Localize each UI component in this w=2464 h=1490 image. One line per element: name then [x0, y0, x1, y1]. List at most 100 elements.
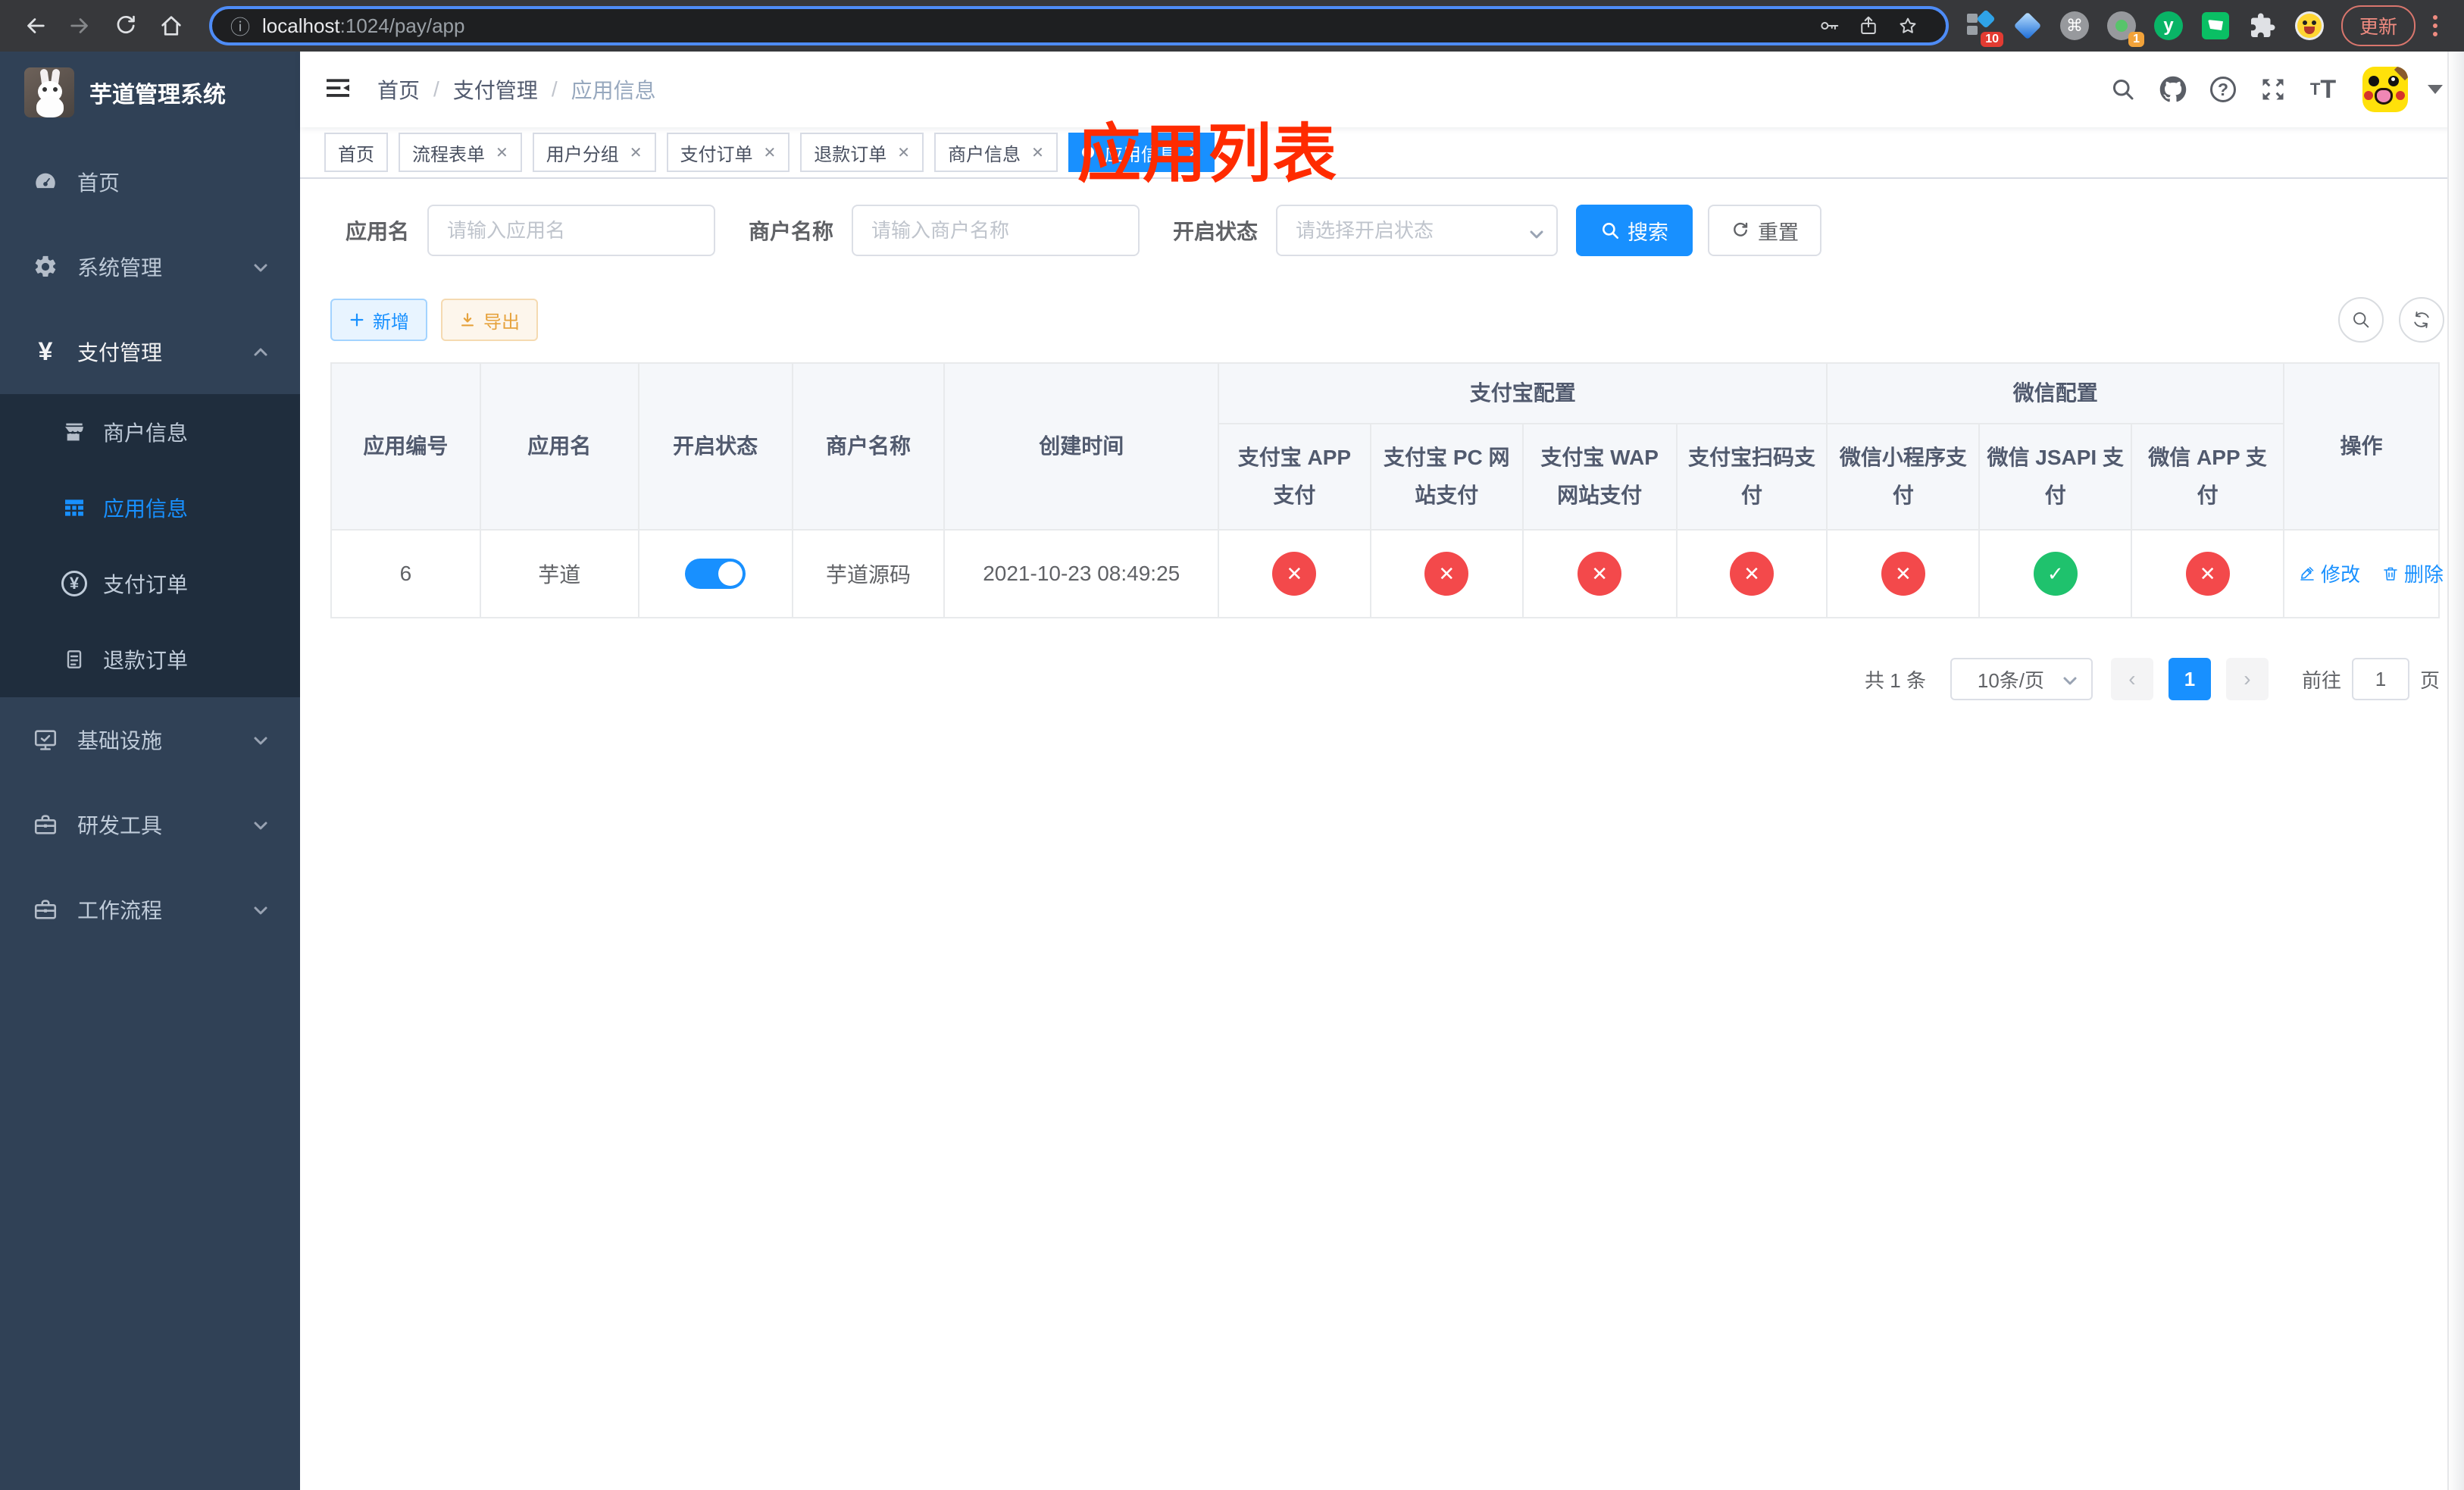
status-wx-app-icon: ✕ — [2185, 552, 2230, 596]
col-header-merchant: 商户名称 — [791, 362, 946, 531]
bookmark-star-icon[interactable] — [1888, 11, 1928, 41]
avatar-caret-down-icon[interactable] — [2428, 85, 2443, 94]
tag-user-group[interactable]: 用户分组 ✕ — [532, 133, 656, 172]
tag-home[interactable]: 首页 — [324, 133, 388, 172]
browser-reload-button[interactable] — [103, 3, 149, 49]
password-key-icon[interactable] — [1809, 11, 1849, 41]
status-label: 开启状态 — [1173, 220, 1259, 243]
close-icon[interactable]: ✕ — [496, 143, 508, 162]
chevron-down-icon — [252, 815, 270, 834]
extension-recorder-icon[interactable]: 1 — [2105, 8, 2144, 47]
share-icon[interactable] — [1849, 11, 1888, 41]
address-bar[interactable]: ⓘ localhost:1024/pay/app — [209, 6, 1949, 45]
browser-menu-icon[interactable] — [2425, 15, 2446, 36]
merchant-name-input[interactable] — [852, 205, 1140, 256]
delete-link[interactable]: 删除 — [2381, 559, 2444, 587]
shop-icon — [58, 420, 91, 444]
col-header-wx-jsapi: 微信 JSAPI 支付 — [1978, 423, 2133, 531]
sidebar-item-workflow[interactable]: 工作流程 — [0, 867, 300, 952]
breadcrumb-parent[interactable]: 支付管理 — [453, 74, 538, 105]
search-button[interactable]: 搜索 — [1576, 205, 1693, 256]
col-header-alipay-qr: 支付宝扫码支付 — [1675, 423, 1828, 531]
breadcrumb-current: 应用信息 — [571, 79, 656, 102]
sidebar-item-payment[interactable]: ¥ 支付管理 — [0, 309, 300, 394]
browser-update-button[interactable]: 更新 — [2341, 5, 2416, 46]
current-page[interactable]: 1 — [2168, 658, 2211, 700]
extensions-puzzle-icon[interactable] — [2246, 8, 2279, 44]
col-header-id: 应用编号 — [330, 362, 481, 531]
document-icon — [58, 647, 91, 671]
browser-back-button[interactable] — [12, 3, 58, 49]
toolbox-icon — [27, 897, 64, 922]
tag-pay-orders[interactable]: 支付订单 ✕ — [666, 133, 790, 172]
extension-blocks-icon[interactable]: 10 — [1964, 8, 2003, 47]
chevron-down-icon — [2061, 671, 2078, 688]
show-search-button[interactable] — [2338, 297, 2384, 343]
close-icon[interactable]: ✕ — [897, 143, 910, 162]
fullscreen-icon[interactable] — [2253, 70, 2293, 109]
reset-button[interactable]: 重置 — [1708, 205, 1822, 256]
search-form: 应用名 商户名称 开启状态 搜索 — [346, 205, 2444, 256]
tag-merchant-info[interactable]: 商户信息 ✕ — [934, 133, 1058, 172]
github-icon[interactable] — [2153, 70, 2193, 109]
extension-y-icon[interactable]: y — [2152, 8, 2185, 44]
extension-emoji-icon[interactable] — [2293, 8, 2326, 44]
sidebar-item-app-info[interactable]: 应用信息 — [0, 470, 300, 546]
table-row: 6 芋道 芋道源码 2021-10-23 08:49:25 ✕ ✕ ✕ ✕ ✕ … — [330, 529, 2444, 618]
sidebar-item-dev-tools[interactable]: 研发工具 — [0, 782, 300, 867]
col-header-alipay-pc: 支付宝 PC 网站支付 — [1369, 423, 1524, 531]
goto-page-input[interactable] — [2351, 658, 2409, 700]
cell-name: 芋道 — [479, 529, 639, 618]
app-table: 应用编号 应用名 开启状态 商户名称 创建时间 支付宝配置 微信配置 操作 支付… — [330, 362, 2444, 618]
sidebar-item-home[interactable]: 首页 — [0, 139, 300, 224]
dashboard-icon — [27, 169, 64, 195]
add-button[interactable]: 新增 — [330, 299, 427, 341]
status-wx-lite-icon: ✕ — [1881, 552, 1925, 596]
sidebar-item-merchant-info[interactable]: 商户信息 — [0, 394, 300, 470]
tag-process-form[interactable]: 流程表单 ✕ — [399, 133, 522, 172]
extension-command-icon[interactable]: ⌘ — [2058, 8, 2091, 44]
page-size-select[interactable]: 10条/页 — [1950, 658, 2093, 700]
close-icon[interactable]: ✕ — [630, 143, 643, 162]
cell-merchant: 芋道源码 — [791, 529, 946, 618]
sidebar-item-pay-orders[interactable]: ¥ 支付订单 — [0, 546, 300, 621]
page-scrollbar[interactable] — [2447, 52, 2464, 1490]
app-name-input[interactable] — [427, 205, 716, 256]
font-size-icon[interactable]: TT — [2303, 70, 2343, 109]
close-icon[interactable]: ✕ — [1031, 143, 1044, 162]
browser-forward-button[interactable] — [58, 3, 103, 49]
refresh-button[interactable] — [2399, 297, 2444, 343]
logo-rabbit-image — [24, 67, 74, 117]
enabled-toggle[interactable] — [685, 559, 746, 589]
breadcrumb: 首页 / 支付管理 / 应用信息 — [377, 74, 656, 105]
col-group-alipay: 支付宝配置 — [1218, 362, 1828, 424]
tag-app-info[interactable]: 应用信息 ✕ — [1068, 133, 1215, 172]
help-icon[interactable]: ? — [2203, 70, 2243, 109]
header-search-icon[interactable] — [2103, 70, 2143, 109]
prev-page-button[interactable]: ‹ — [2110, 658, 2153, 700]
grid-table-icon — [58, 496, 91, 520]
next-page-button[interactable]: › — [2225, 658, 2269, 700]
close-icon[interactable]: ✕ — [1188, 143, 1201, 162]
status-wx-jsapi-icon: ✓ — [2033, 552, 2078, 596]
edit-link[interactable]: 修改 — [2298, 559, 2360, 587]
cell-id: 6 — [330, 529, 481, 618]
monitor-check-icon — [27, 727, 64, 753]
sidebar-item-system[interactable]: 系统管理 — [0, 224, 300, 309]
export-button[interactable]: 导出 — [441, 299, 538, 341]
breadcrumb-home[interactable]: 首页 — [377, 74, 420, 105]
status-select[interactable] — [1276, 205, 1559, 256]
browser-home-button[interactable] — [149, 3, 194, 49]
user-avatar[interactable] — [2362, 67, 2408, 112]
sidebar-item-refund-orders[interactable]: 退款订单 — [0, 621, 300, 697]
sidebar-fold-icon[interactable] — [323, 73, 356, 106]
extension-kite-icon[interactable] — [2011, 8, 2044, 44]
site-info-icon[interactable]: ⓘ — [230, 12, 250, 40]
extension-badge: 1 — [2128, 32, 2144, 47]
tag-refund-orders[interactable]: 退款订单 ✕ — [800, 133, 924, 172]
col-group-wechat: 微信配置 — [1826, 362, 2285, 424]
status-alipay-qr-icon: ✕ — [1730, 552, 1774, 596]
extension-chat-icon[interactable] — [2199, 8, 2232, 44]
sidebar-item-infrastructure[interactable]: 基础设施 — [0, 697, 300, 782]
close-icon[interactable]: ✕ — [764, 143, 777, 162]
